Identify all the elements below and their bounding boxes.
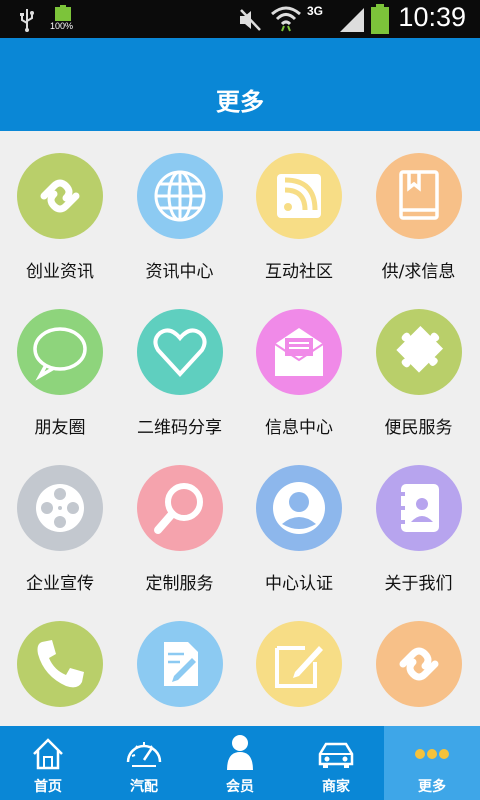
- phone-icon: [17, 621, 103, 707]
- tab-label: 商家: [322, 779, 350, 795]
- grid-item-label: 互动社区: [265, 262, 333, 282]
- grid-item[interactable]: 定制服务: [120, 443, 240, 599]
- grid-item[interactable]: 便民服务: [359, 287, 479, 443]
- grid-item[interactable]: 二维码分享: [120, 287, 240, 443]
- grid-item-label: 二维码分享: [137, 418, 222, 438]
- puzzle-icon: [375, 309, 462, 395]
- battery-percent-label: 100%: [50, 21, 74, 31]
- network-type-label: 3G: [307, 4, 324, 18]
- grid-item-label: 资讯中心: [145, 262, 214, 282]
- grid-item[interactable]: [239, 599, 359, 726]
- grid-item[interactable]: 资讯中心: [120, 131, 240, 287]
- globe-icon: [136, 153, 223, 239]
- tab-3[interactable]: 会员: [192, 726, 288, 800]
- chat-icon: [17, 309, 103, 395]
- grid-item-label: 朋友圈: [34, 418, 86, 438]
- rss-icon: [256, 153, 342, 239]
- tab-label: 首页: [34, 779, 62, 795]
- grid-item-label: 定制服务: [145, 574, 214, 594]
- grid-item[interactable]: [0, 599, 120, 726]
- grid-item-label: 中心认证: [265, 574, 333, 594]
- magnifier-icon: [136, 465, 223, 551]
- status-bar: 100% 3G 10:39: [0, 0, 480, 38]
- tab-1[interactable]: 首页: [0, 726, 96, 800]
- grid-item[interactable]: 企业宣传: [0, 443, 120, 599]
- grid-item[interactable]: 供/求信息: [359, 131, 479, 287]
- tab-4[interactable]: 商家: [288, 726, 384, 800]
- grid-item-label: 便民服务: [384, 418, 453, 438]
- contacts-icon: [375, 465, 462, 551]
- grid-item[interactable]: 信息中心: [239, 287, 359, 443]
- grid-item-label: 供/求信息: [381, 262, 456, 282]
- bottom-tab-bar: 首页 汽配 会员 商家 更多: [0, 726, 480, 800]
- signal-icon: [340, 8, 364, 32]
- app-header: 更多: [0, 38, 480, 131]
- tab-5[interactable]: 更多: [384, 726, 480, 800]
- tab-label: 会员: [226, 779, 254, 795]
- grid-item[interactable]: 互动社区: [239, 131, 359, 287]
- usb-icon: [20, 9, 34, 32]
- battery-icon: [371, 4, 389, 34]
- link-icon: [17, 153, 103, 239]
- grid-item-label: 关于我们: [384, 574, 453, 594]
- grid-item-label: 创业资讯: [26, 262, 94, 282]
- grid-item[interactable]: 创业资讯: [0, 131, 120, 287]
- battery-icon: [55, 5, 71, 21]
- mail-icon: [256, 309, 342, 395]
- book-icon: [375, 153, 462, 239]
- document-edit-icon: [136, 621, 223, 707]
- grid-item[interactable]: [120, 599, 240, 726]
- wifi-icon: [271, 6, 301, 32]
- tab-label: 更多: [418, 779, 446, 795]
- page-title: 更多: [216, 88, 264, 116]
- film-reel-icon: [17, 465, 103, 551]
- grid-item[interactable]: 关于我们: [359, 443, 479, 599]
- grid-item[interactable]: [359, 599, 479, 726]
- clock: 10:39: [398, 2, 466, 32]
- mute-icon: [240, 9, 261, 31]
- grid-item[interactable]: 中心认证: [239, 443, 359, 599]
- link-icon: [375, 621, 462, 707]
- grid-item-label: 企业宣传: [26, 574, 94, 594]
- tab-2[interactable]: 汽配: [96, 726, 192, 800]
- heart-icon: [136, 309, 223, 395]
- tab-label: 汽配: [130, 779, 158, 795]
- feature-grid: 创业资讯 资讯中心 互动社区 供/求信息朋友圈 二维码分享 信息中心 便民服务企业宣传 定制服…: [0, 131, 480, 726]
- grid-item-label: 信息中心: [265, 418, 333, 438]
- note-edit-icon: [256, 621, 342, 707]
- user-icon: [256, 465, 342, 551]
- grid-item[interactable]: 朋友圈: [0, 287, 120, 443]
